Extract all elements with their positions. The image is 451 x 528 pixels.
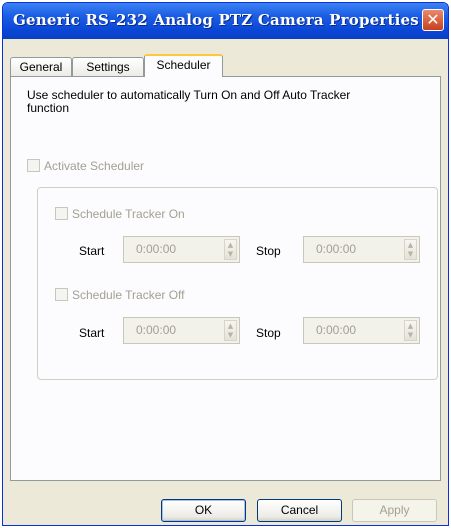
spin-up-icon[interactable]: ▲ (225, 322, 236, 331)
tracker-on-checkbox[interactable] (55, 207, 68, 220)
spin-up-icon[interactable]: ▲ (405, 322, 416, 331)
properties-dialog: Generic RS-232 Analog PTZ Camera Propert… (2, 2, 449, 526)
close-icon: ✕ (426, 10, 440, 29)
tracker-off-checkbox[interactable] (55, 288, 68, 301)
spin-arrows[interactable]: ▲ ▼ (224, 320, 237, 341)
tracker-off-start-label: Start (79, 326, 105, 340)
activate-scheduler-checkbox[interactable] (27, 159, 40, 172)
tracker-on-stop-spinner[interactable]: 0:00:00 ▲ ▼ (303, 236, 420, 263)
spin-arrows[interactable]: ▲ ▼ (224, 239, 237, 260)
tracker-on-label: Schedule Tracker On (72, 207, 185, 221)
tracker-on-stop-value: 0:00:00 (316, 242, 357, 256)
tracker-on-stop-label: Stop (256, 244, 281, 258)
spin-down-icon[interactable]: ▼ (405, 250, 416, 259)
tracker-off-stop-spinner[interactable]: 0:00:00 ▲ ▼ (303, 317, 420, 344)
close-button[interactable]: ✕ (422, 9, 444, 31)
tab-settings[interactable]: Settings (72, 57, 144, 76)
tracker-off-start-spinner[interactable]: 0:00:00 ▲ ▼ (123, 317, 240, 344)
tracker-off-stop-value: 0:00:00 (316, 323, 357, 337)
spin-down-icon[interactable]: ▼ (225, 331, 236, 340)
tab-scheduler[interactable]: Scheduler (144, 54, 223, 77)
tracker-off-start-value: 0:00:00 (136, 323, 177, 337)
tracker-on-start-spinner[interactable]: 0:00:00 ▲ ▼ (123, 236, 240, 263)
title-bar[interactable]: Generic RS-232 Analog PTZ Camera Propert… (3, 3, 448, 39)
tracker-off-stop-label: Stop (256, 326, 281, 340)
apply-button[interactable]: Apply (352, 499, 437, 522)
activate-scheduler-label: Activate Scheduler (44, 159, 145, 173)
cancel-button[interactable]: Cancel (257, 499, 342, 522)
spin-arrows[interactable]: ▲ ▼ (404, 239, 417, 260)
window-title: Generic RS-232 Analog PTZ Camera Propert… (13, 11, 419, 29)
tracker-on-start-value: 0:00:00 (136, 242, 177, 256)
spin-down-icon[interactable]: ▼ (405, 331, 416, 340)
spin-up-icon[interactable]: ▲ (225, 241, 236, 250)
spin-arrows[interactable]: ▲ ▼ (404, 320, 417, 341)
spin-up-icon[interactable]: ▲ (405, 241, 416, 250)
tracker-off-label: Schedule Tracker Off (72, 288, 185, 302)
scheduler-description: Use scheduler to automatically Turn On a… (27, 88, 351, 115)
tracker-on-start-label: Start (79, 244, 105, 258)
spin-down-icon[interactable]: ▼ (225, 250, 236, 259)
ok-button[interactable]: OK (161, 499, 246, 522)
tab-general[interactable]: General (10, 57, 72, 76)
scheduler-panel: Use scheduler to automatically Turn On a… (10, 76, 441, 481)
